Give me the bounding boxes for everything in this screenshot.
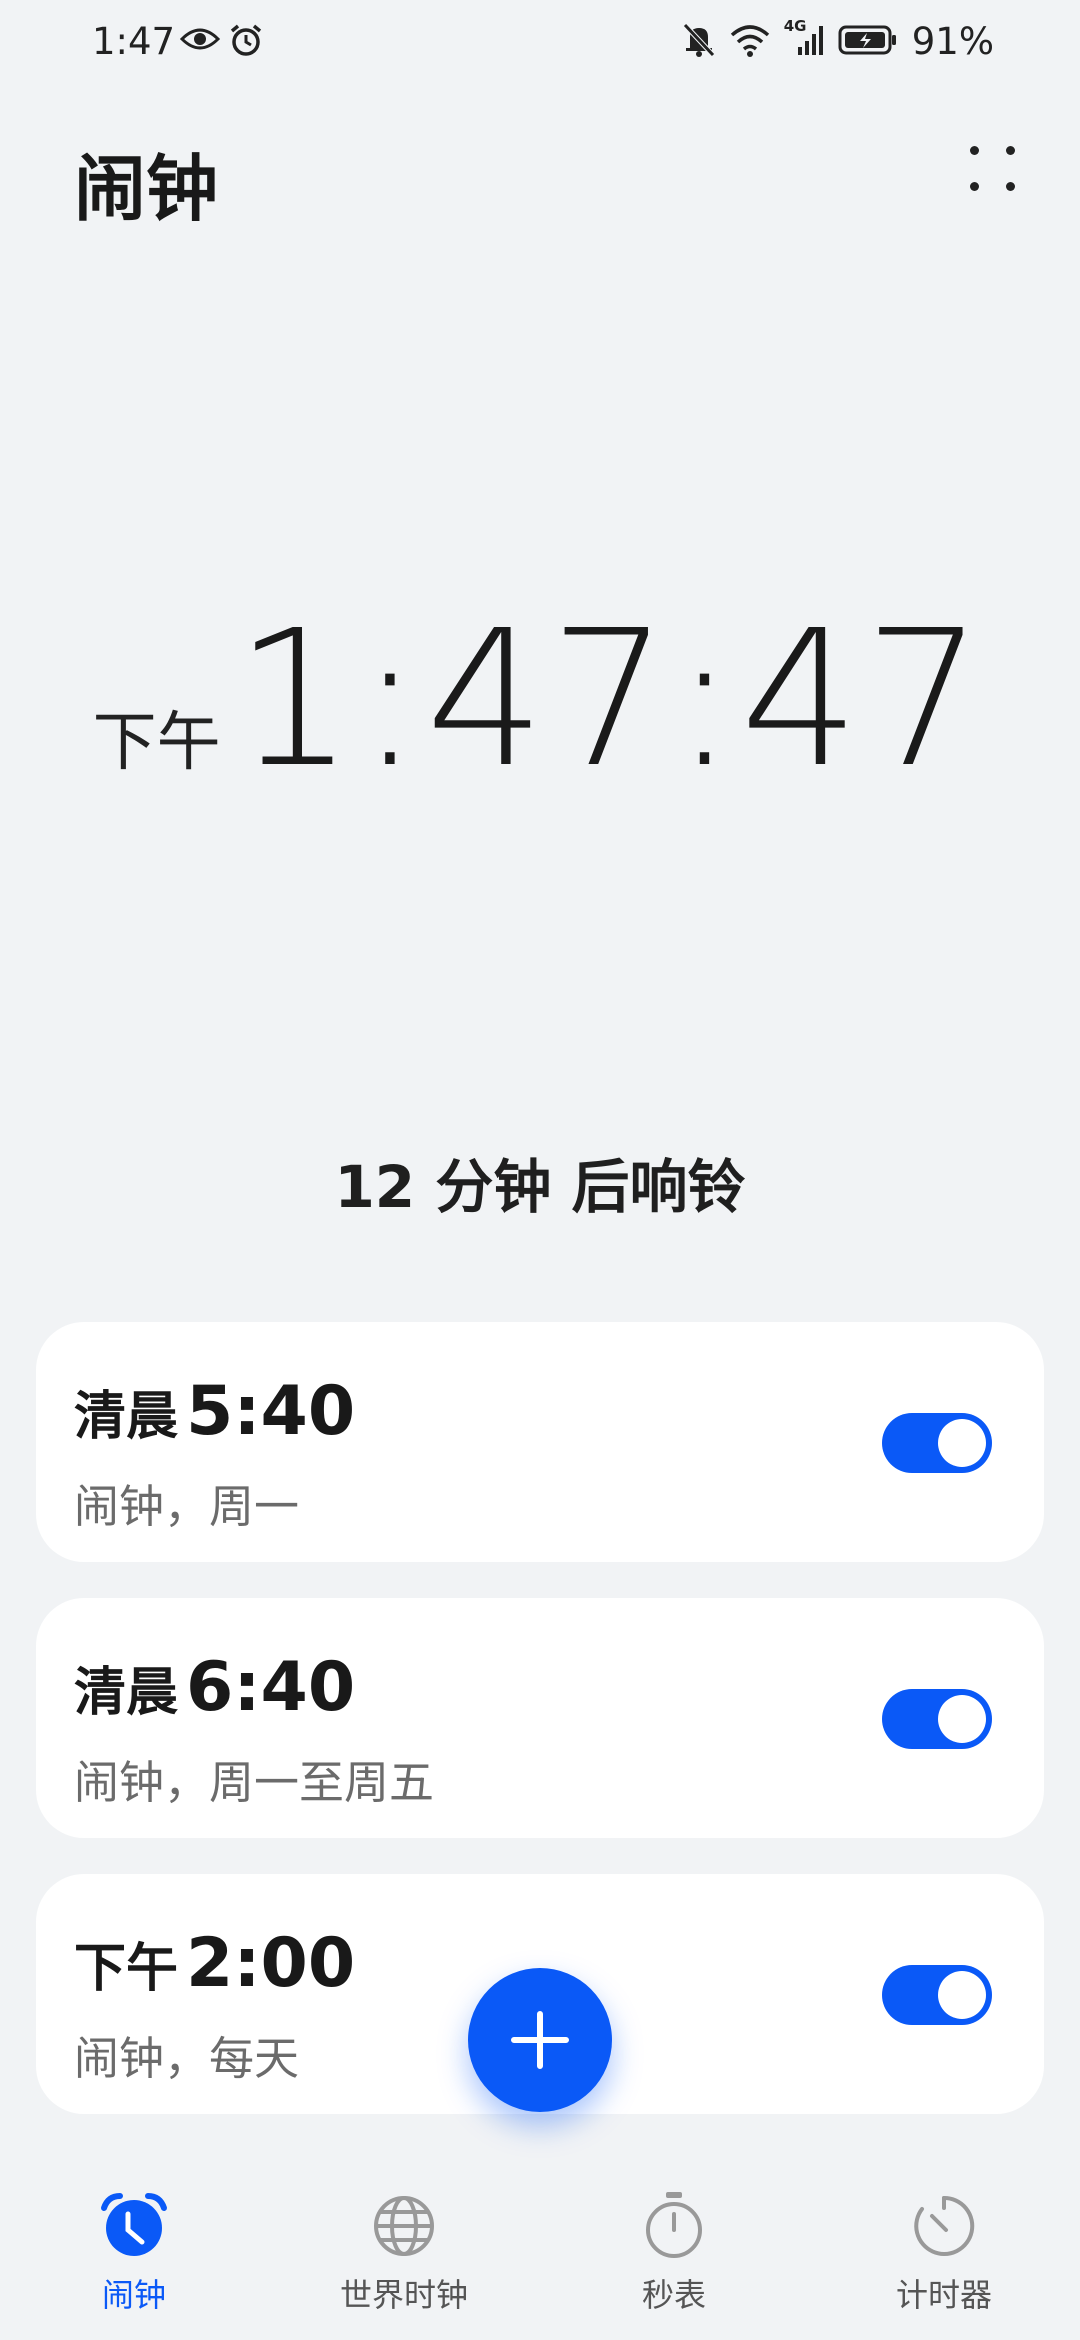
alarm-time-line: 下午 2:00 [74, 1924, 355, 2003]
alarm-card[interactable]: 清晨 5:40 闹钟，周一 [36, 1322, 1044, 1562]
alarm-subtitle: 闹钟，周一至周五 [74, 1756, 435, 1809]
mute-bell-icon [682, 22, 716, 62]
eye-icon [179, 24, 221, 58]
plus-icon [511, 2011, 569, 2069]
bottom-nav: 闹钟 世界时钟 秒表 计时器 [0, 2180, 1080, 2340]
timer-icon [914, 2195, 975, 2256]
alarm-toggle[interactable] [882, 1413, 992, 1473]
tab-stopwatch[interactable]: 秒表 [554, 2190, 794, 2316]
alarm-time-line: 清晨 5:40 [74, 1372, 355, 1451]
next-alarm-countdown: 12 分钟 后响铃 [334, 1153, 746, 1221]
current-time: 1:47:47 [234, 590, 988, 809]
current-time-display: 下午1:47:47 [0, 590, 1080, 809]
toggle-knob [938, 1419, 986, 1467]
battery-icon [838, 24, 898, 60]
status-time: 1:47 [92, 20, 176, 63]
tab-label: 世界时钟 [339, 2276, 468, 2314]
alarm-period: 下午 [74, 1939, 179, 1999]
alarm-toggle[interactable] [882, 1689, 992, 1749]
battery-percent: 91% [911, 20, 994, 63]
tab-label: 秒表 [641, 2276, 706, 2314]
alarm-time: 2:00 [186, 1924, 356, 2003]
tab-timer[interactable]: 计时器 [824, 2190, 1064, 2316]
globe-icon [374, 2196, 434, 2256]
toggle-knob [938, 1695, 986, 1743]
toggle-knob [938, 1971, 986, 2019]
tab-world-clock[interactable]: 世界时钟 [284, 2190, 524, 2316]
wifi-icon [730, 23, 770, 61]
alarm-clock-icon [101, 2193, 167, 2256]
page-title: 闹钟 [74, 147, 219, 231]
alarm-period: 清晨 [74, 1663, 179, 1723]
status-bar: 1:47 4G 91% [0, 0, 1080, 90]
alarm-time: 6:40 [186, 1648, 356, 1727]
alarm-status-icon [228, 22, 264, 62]
alarm-subtitle: 闹钟，每天 [74, 2032, 300, 2085]
current-ampm: 下午 [92, 706, 221, 780]
tab-label: 闹钟 [101, 2276, 166, 2314]
add-alarm-button[interactable] [468, 1968, 612, 2112]
alarm-card[interactable]: 清晨 6:40 闹钟，周一至周五 [36, 1598, 1044, 1838]
stopwatch-icon [646, 2192, 702, 2258]
network-type-label: 4G [783, 16, 807, 35]
alarm-subtitle: 闹钟，周一 [74, 1480, 300, 1533]
alarm-time: 5:40 [186, 1372, 356, 1451]
cellular-signal-icon: 4G [784, 17, 824, 61]
more-options-icon[interactable] [964, 140, 1024, 200]
tab-label: 计时器 [895, 2276, 992, 2314]
alarm-toggle[interactable] [882, 1965, 992, 2025]
tab-alarm[interactable]: 闹钟 [14, 2190, 254, 2316]
alarm-period: 清晨 [74, 1387, 179, 1447]
status-right: 4G 91% [682, 17, 994, 63]
alarm-time-line: 清晨 6:40 [74, 1648, 355, 1727]
